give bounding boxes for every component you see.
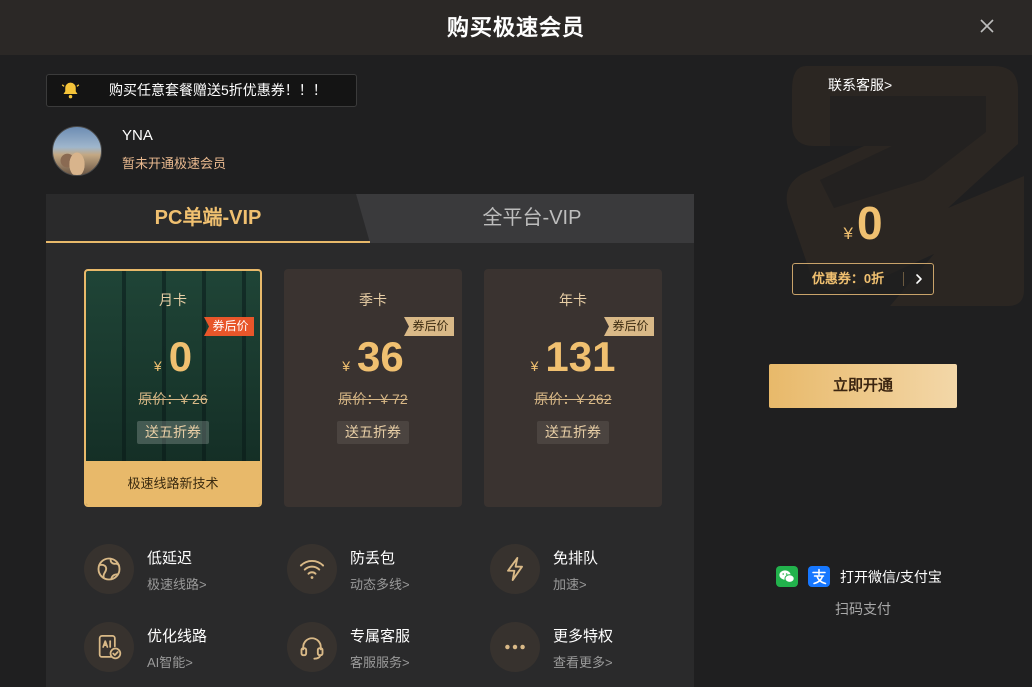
- chevron-right-icon: [916, 274, 922, 284]
- currency-symbol: ¥: [530, 358, 539, 374]
- feature-link[interactable]: 动态多线>: [350, 576, 410, 594]
- active-tab-indicator: [46, 241, 370, 243]
- original-price: 原价：¥ 26: [138, 391, 208, 407]
- ai-check-icon: [84, 622, 134, 672]
- divider: [903, 272, 904, 286]
- payment-hint: 打开微信/支付宝: [840, 569, 942, 585]
- bell-icon: [61, 82, 80, 99]
- tab-pc-vip[interactable]: PC单端-VIP: [46, 194, 370, 243]
- price-value: 0: [168, 333, 193, 380]
- plan-name: 季卡: [359, 292, 387, 308]
- wifi-icon: [287, 544, 337, 594]
- avatar: [52, 126, 102, 176]
- feature-route-optimize[interactable]: 优化线路 AI智能>: [84, 622, 274, 674]
- tab-all-platform-vip[interactable]: 全平台-VIP: [356, 194, 694, 243]
- coupon-label: 优惠券：0折: [811, 271, 885, 286]
- feature-title: 专属客服: [350, 628, 411, 645]
- close-button[interactable]: [976, 15, 998, 37]
- user-name: YNA: [122, 127, 153, 144]
- contact-support-link[interactable]: 联系客服>: [828, 75, 892, 95]
- feature-title: 优化线路: [147, 628, 208, 645]
- feature-link[interactable]: 查看更多>: [553, 654, 613, 672]
- original-price: 原价：¥ 262: [534, 391, 612, 407]
- alipay-icon: [808, 566, 830, 587]
- globe-icon: [84, 544, 134, 594]
- more-dots-icon: [490, 622, 540, 672]
- price-value: 131: [545, 333, 616, 380]
- plan-card-quarter[interactable]: 季卡 券后价 ¥ 36 原价：¥ 72 送五折券: [284, 269, 462, 507]
- feature-title: 低延迟: [147, 550, 193, 567]
- feature-link[interactable]: AI智能>: [147, 654, 193, 672]
- currency-symbol: ¥: [153, 358, 162, 374]
- plan-card-month[interactable]: 月卡 券后价 ¥ 0 原价：¥ 26 送五折券 极速线路新技术: [84, 269, 262, 507]
- feature-title: 免排队: [553, 550, 599, 567]
- plan-card-year[interactable]: 年卡 券后价 ¥ 131 原价：¥ 262 送五折券: [484, 269, 662, 507]
- price-value: 36: [357, 333, 404, 380]
- payment-method: 扫码支付: [835, 601, 891, 617]
- purchase-button[interactable]: 立即开通: [769, 364, 957, 408]
- feature-title: 防丢包: [350, 550, 396, 567]
- feature-dedicated-support[interactable]: 专属客服 客服服务>: [287, 622, 477, 674]
- feature-low-latency[interactable]: 低延迟 极速线路>: [84, 544, 274, 596]
- coupon-selector[interactable]: 优惠券：0折: [792, 263, 934, 295]
- feature-link[interactable]: 客服服务>: [350, 654, 410, 672]
- total-price-value: 0: [856, 197, 883, 249]
- plan-footer: 极速线路新技术: [86, 461, 260, 505]
- feature-anti-packet-loss[interactable]: 防丢包 动态多线>: [287, 544, 477, 596]
- bolt-icon: [490, 544, 540, 594]
- plan-price: ¥ 36: [284, 333, 462, 381]
- plan-name: 月卡: [159, 292, 187, 308]
- coupon-tag: 送五折券: [137, 421, 209, 444]
- feature-link[interactable]: 加速>: [553, 576, 587, 594]
- currency-symbol: ¥: [342, 358, 351, 374]
- headset-icon: [287, 622, 337, 672]
- feature-link[interactable]: 极速线路>: [147, 576, 207, 594]
- close-icon: [980, 19, 994, 33]
- plan-price: ¥ 0: [86, 333, 260, 381]
- total-price: ¥ 0: [769, 196, 957, 250]
- promo-banner: 购买任意套餐赠送5折优惠券！！！: [46, 74, 357, 107]
- currency-symbol: ¥: [843, 224, 853, 243]
- plan-price: ¥ 131: [484, 333, 662, 381]
- plan-name: 年卡: [559, 292, 587, 308]
- page-title: 购买极速会员: [446, 15, 585, 40]
- coupon-tag: 送五折券: [337, 421, 409, 444]
- original-price: 原价：¥ 72: [338, 391, 408, 407]
- feature-title: 更多特权: [553, 628, 614, 645]
- wechat-icon: [776, 566, 798, 587]
- coupon-tag: 送五折券: [537, 421, 609, 444]
- feature-more-privileges[interactable]: 更多特权 查看更多>: [490, 622, 680, 674]
- promo-text: 购买任意套餐赠送5折优惠券！！！: [109, 82, 327, 98]
- feature-no-queue[interactable]: 免排队 加速>: [490, 544, 680, 596]
- membership-status: 暂未开通极速会员: [122, 156, 227, 171]
